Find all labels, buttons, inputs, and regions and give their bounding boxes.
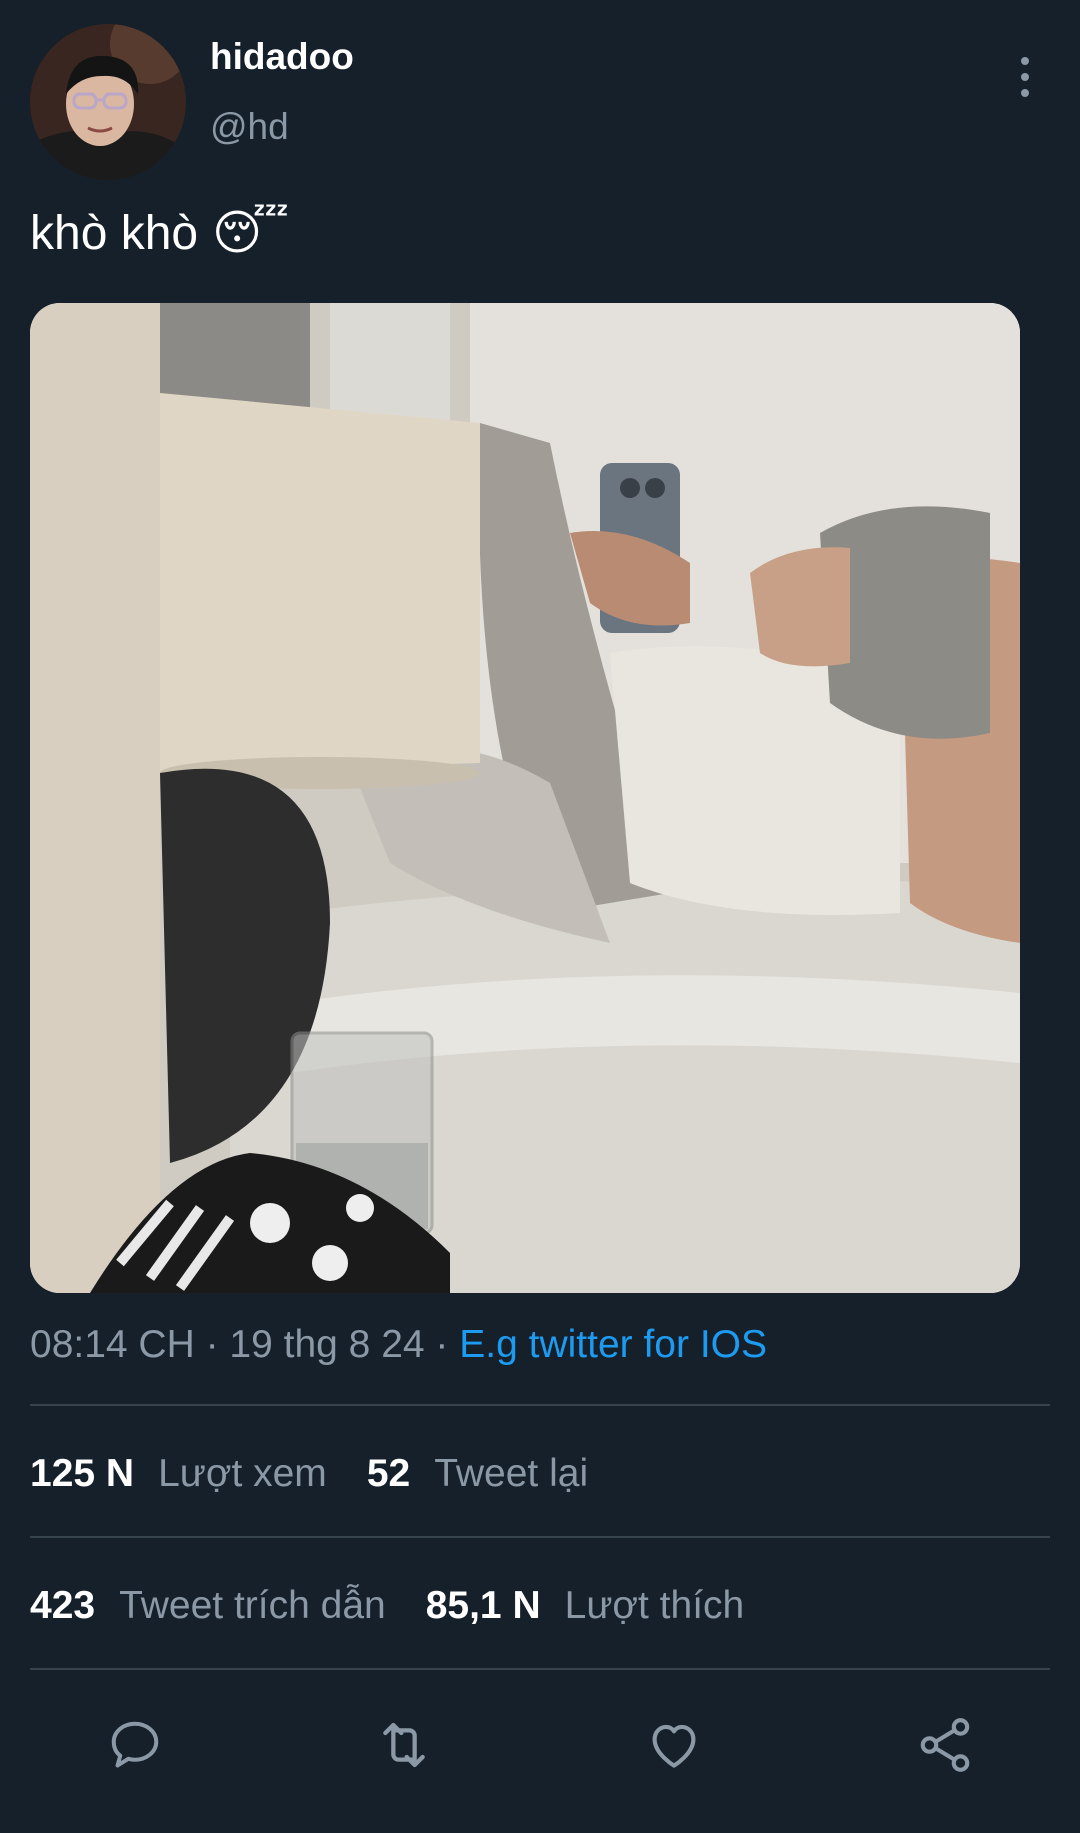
quotes-count[interactable]: 423 <box>30 1586 95 1625</box>
views-count: 125 N <box>30 1452 135 1495</box>
retweets-label[interactable]: Tweet lại <box>434 1454 588 1493</box>
tweet-meta: 08:14 CH · 19 thg 8 24 · E.g twitter for… <box>30 1325 767 1364</box>
quotes-label[interactable]: Tweet trích dẫn <box>119 1586 386 1625</box>
divider <box>30 1404 1050 1406</box>
heart-icon <box>652 1724 696 1768</box>
share-icon <box>920 1718 970 1772</box>
likes-count[interactable]: 85,1 N <box>426 1586 541 1625</box>
views-label: Lượt xem <box>158 1452 327 1495</box>
source-link[interactable]: E.g twitter for IOS <box>459 1323 767 1366</box>
divider <box>30 1668 1050 1670</box>
avatar[interactable] <box>30 24 186 180</box>
retweets-count[interactable]: 52 <box>367 1454 410 1493</box>
tweet-text: khò khò 😴 <box>30 205 289 263</box>
reply-button[interactable] <box>95 1705 175 1785</box>
timestamp: 08:14 CH · 19 thg 8 24 · <box>30 1323 460 1366</box>
stats-row-2: 423 Tweet trích dẫn 85,1 N Lượt thích <box>30 1586 784 1625</box>
like-button[interactable] <box>634 1705 714 1785</box>
retweet-button[interactable] <box>364 1705 444 1785</box>
share-button[interactable] <box>905 1705 985 1785</box>
tweet-photo[interactable] <box>30 303 1020 1293</box>
reply-icon <box>111 1721 159 1768</box>
tweet-text-body: khò khò <box>30 207 199 260</box>
handle[interactable]: @hd <box>210 108 289 145</box>
divider <box>30 1536 1050 1538</box>
action-bar <box>0 1705 1080 1785</box>
more-options-icon[interactable] <box>1010 52 1040 102</box>
likes-label[interactable]: Lượt thích <box>565 1586 745 1625</box>
sleeping-face-emoji: 😴 <box>212 207 290 260</box>
retweet-icon <box>383 1722 425 1768</box>
tweet-header: hidadoo @hd <box>30 24 1050 180</box>
display-name[interactable]: hidadoo <box>210 38 354 75</box>
stats-row-1: 125 N Lượt xem 52 Tweet lại <box>30 1454 628 1493</box>
